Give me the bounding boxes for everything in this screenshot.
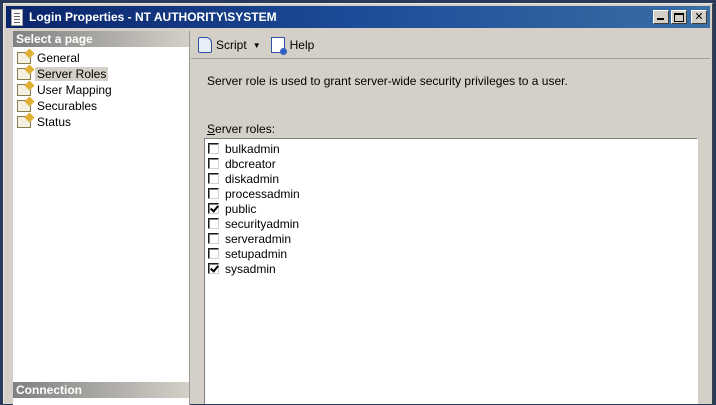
role-row-public[interactable]: public (205, 201, 697, 216)
role-row-diskadmin[interactable]: diskadmin (205, 171, 697, 186)
page-item-status[interactable]: Status (13, 114, 189, 130)
page-list: General Server Roles User Mapping Secura… (13, 47, 189, 130)
role-name: public (225, 201, 257, 216)
page-icon (17, 116, 31, 128)
role-row-dbcreator[interactable]: dbcreator (205, 156, 697, 171)
page-item-securables[interactable]: Securables (13, 98, 189, 114)
role-checkbox[interactable] (208, 173, 219, 184)
title-bar[interactable]: Login Properties - NT AUTHORITY\SYSTEM ✕ (6, 6, 710, 28)
page-icon (17, 84, 31, 96)
script-label: Script (216, 38, 247, 52)
role-row-processadmin[interactable]: processadmin (205, 186, 697, 201)
server-roles-label: Server roles: (207, 122, 275, 136)
role-row-bulkadmin[interactable]: bulkadmin (205, 141, 697, 156)
role-checkbox[interactable] (208, 233, 219, 244)
connection-header: Connection (13, 382, 189, 398)
role-checkbox[interactable] (208, 248, 219, 259)
login-properties-window: Login Properties - NT AUTHORITY\SYSTEM ✕… (3, 3, 713, 405)
role-row-serveradmin[interactable]: serveradmin (205, 231, 697, 246)
roles-label-text: erver roles: (215, 122, 276, 136)
server-role-description: Server role is used to grant server-wide… (207, 74, 568, 88)
page-icon (17, 52, 31, 64)
role-name: processadmin (225, 186, 300, 201)
page-item-user-mapping[interactable]: User Mapping (13, 82, 189, 98)
window-controls: ✕ (653, 10, 707, 24)
script-icon (198, 37, 212, 53)
role-name: sysadmin (225, 261, 276, 276)
window-title: Login Properties - NT AUTHORITY\SYSTEM (29, 10, 277, 24)
role-name: securityadmin (225, 216, 300, 231)
page-icon (17, 68, 31, 80)
help-icon (270, 37, 287, 55)
script-button[interactable]: Script ▼ (195, 35, 264, 55)
maximize-button[interactable] (671, 10, 687, 24)
role-name: dbcreator (225, 156, 276, 171)
roles-label-accelerator: S (207, 122, 216, 136)
role-name: diskadmin (225, 171, 280, 186)
role-checkbox[interactable] (208, 203, 219, 214)
server-roles-list[interactable]: bulkadmin dbcreator diskadmin processadm… (204, 138, 698, 404)
page-selector-pane: Select a page General Server Roles User … (13, 31, 190, 405)
page-item-label: Status (37, 115, 72, 129)
page-item-general[interactable]: General (13, 50, 189, 66)
help-button[interactable]: Help (268, 35, 318, 55)
role-name: bulkadmin (225, 141, 280, 156)
select-page-header: Select a page (13, 31, 189, 47)
role-checkbox[interactable] (208, 263, 219, 274)
minimize-button[interactable] (653, 10, 669, 24)
role-name: setupadmin (225, 246, 288, 261)
dropdown-arrow-icon[interactable]: ▼ (253, 41, 261, 50)
role-row-securityadmin[interactable]: securityadmin (205, 216, 697, 231)
role-name: serveradmin (225, 231, 292, 246)
role-checkbox[interactable] (208, 143, 219, 154)
page-icon (17, 100, 31, 112)
help-label: Help (289, 38, 315, 52)
role-checkbox[interactable] (208, 218, 219, 229)
document-icon (11, 8, 23, 26)
role-checkbox[interactable] (208, 158, 219, 169)
page-item-label: General (37, 51, 80, 65)
page-item-label: Server Roles (35, 67, 109, 81)
page-item-label: User Mapping (37, 83, 112, 97)
toolbar: Script ▼ Help (191, 32, 710, 59)
role-row-setupadmin[interactable]: setupadmin (205, 246, 697, 261)
server-roles-content: Server role is used to grant server-wide… (204, 58, 704, 404)
role-checkbox[interactable] (208, 188, 219, 199)
close-button[interactable]: ✕ (691, 10, 707, 24)
role-row-sysadmin[interactable]: sysadmin (205, 261, 697, 276)
page-item-server-roles[interactable]: Server Roles (13, 66, 189, 82)
page-item-label: Securables (37, 99, 98, 113)
